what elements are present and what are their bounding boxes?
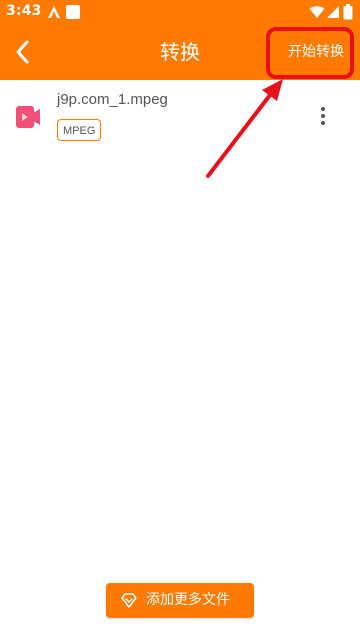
notification-square-icon bbox=[66, 5, 80, 19]
add-more-files-label: 添加更多文件 bbox=[146, 592, 230, 608]
battery-icon bbox=[343, 4, 353, 20]
format-tag: MPEG bbox=[57, 119, 102, 141]
status-bar: 3:43 bbox=[0, 0, 360, 24]
wifi-icon bbox=[309, 6, 325, 18]
status-time: 3:43 bbox=[6, 3, 42, 19]
app-bar: 转换 开始转换 bbox=[0, 24, 360, 80]
back-arrow-icon[interactable] bbox=[8, 34, 40, 70]
start-convert-button[interactable]: 开始转换 bbox=[288, 42, 344, 62]
file-list-item[interactable]: j9p.com_1.mpeg MPEG bbox=[0, 86, 360, 150]
more-vert-icon[interactable] bbox=[312, 105, 334, 127]
file-name: j9p.com_1.mpeg bbox=[57, 91, 168, 108]
diamond-add-icon bbox=[121, 593, 137, 608]
add-more-files-button[interactable]: 添加更多文件 bbox=[106, 583, 254, 618]
video-file-icon bbox=[16, 106, 40, 128]
a-notification-icon bbox=[48, 6, 60, 18]
signal-icon bbox=[327, 6, 339, 18]
